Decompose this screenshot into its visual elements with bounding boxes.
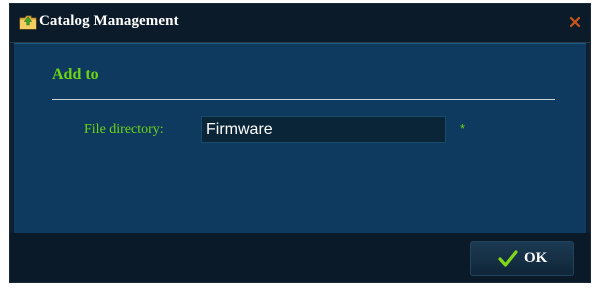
section-title: Add to — [52, 66, 99, 83]
close-icon[interactable] — [568, 15, 582, 29]
section-divider — [52, 99, 555, 100]
ok-button[interactable]: OK — [470, 241, 574, 276]
file-directory-label: File directory: — [84, 122, 164, 137]
dialog-footer: OK — [10, 233, 590, 282]
catalog-management-dialog: Catalog Management Add to File directory… — [9, 3, 591, 283]
checkmark-icon — [498, 250, 518, 268]
window-title: Catalog Management — [39, 13, 179, 29]
title-bar: Catalog Management — [10, 4, 590, 43]
file-directory-input[interactable] — [201, 116, 446, 143]
ok-label: OK — [524, 250, 548, 266]
form-panel: Add to File directory: * — [14, 43, 586, 233]
folder-upload-icon — [19, 14, 37, 30]
required-mark: * — [460, 121, 466, 136]
